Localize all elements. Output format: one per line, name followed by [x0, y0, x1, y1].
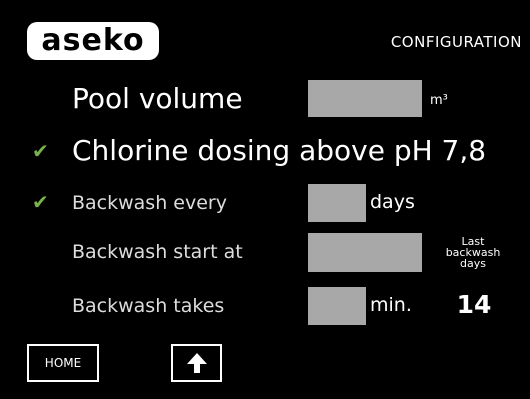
backwash-start-label: Backwash start at: [72, 241, 243, 263]
pool-volume-field[interactable]: [308, 80, 422, 117]
last-backwash-value: 14: [456, 290, 492, 319]
backwash-every-label: Backwash every: [72, 192, 227, 214]
pool-volume-label: Pool volume: [72, 82, 243, 115]
aseko-logo: aseko: [27, 22, 159, 60]
backwash-takes-field[interactable]: [308, 287, 366, 325]
last-backwash-label-line3: days: [460, 257, 486, 270]
chlorine-dosing-label: Chlorine dosing above pH 7,8: [72, 134, 487, 167]
backwash-every-unit: days: [370, 191, 415, 213]
backwash-every-field[interactable]: [308, 184, 366, 222]
chlorine-dosing-check-icon[interactable]: ✔: [32, 139, 49, 163]
up-button[interactable]: [171, 344, 222, 382]
logo-text: aseko: [41, 23, 145, 58]
backwash-every-check-icon[interactable]: ✔: [32, 190, 49, 214]
home-button[interactable]: HOME: [27, 344, 99, 382]
last-backwash-label: Last backwash days: [440, 236, 506, 269]
backwash-takes-label: Backwash takes: [72, 295, 225, 317]
backwash-takes-unit: min.: [370, 294, 412, 316]
screen-title: CONFIGURATION: [390, 33, 522, 51]
home-button-label: HOME: [44, 356, 82, 370]
backwash-start-field[interactable]: [308, 233, 422, 272]
arrow-up-icon: [186, 353, 207, 373]
pool-volume-unit: m³: [430, 93, 448, 108]
